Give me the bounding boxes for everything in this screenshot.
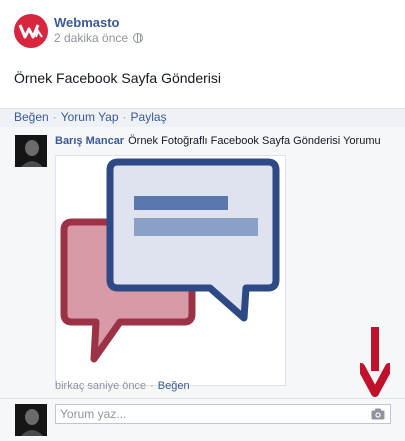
post-actions: Beğen · Yorum Yap · Paylaş [0, 108, 405, 127]
comment-link[interactable]: Yorum Yap [61, 110, 119, 124]
camera-icon[interactable] [371, 408, 385, 420]
person-silhouette-icon [15, 135, 47, 167]
post-timestamp[interactable]: 2 dakika önce [54, 31, 128, 45]
comment-time[interactable]: birkaç saniye önce [55, 380, 146, 392]
comment-author[interactable]: Barış Mancar [55, 135, 124, 147]
comment-body: Barış Mancar Örnek Fotoğraflı Facebook Sa… [55, 135, 381, 147]
globe-icon[interactable] [133, 33, 144, 43]
page-name[interactable]: Webmasto [54, 15, 120, 30]
webmasto-logo-icon [18, 24, 43, 39]
like-link[interactable]: Beğen [14, 110, 49, 124]
comment-avatar[interactable] [15, 135, 47, 167]
comment-input-box [55, 404, 391, 424]
comments-section: Barış Mancar Örnek Fotoğraflı Facebook Sa… [0, 127, 405, 441]
chat-bubbles-icon [56, 156, 285, 385]
reply-row [0, 398, 405, 441]
comment-text: Örnek Fotoğraflı Facebook Sayfa Gönderis… [128, 135, 381, 147]
person-silhouette-icon [15, 404, 47, 436]
down-arrow-icon [360, 327, 390, 397]
comment-input[interactable] [56, 405, 360, 423]
comment-photo[interactable] [55, 155, 286, 386]
comment-footer: birkaç saniye önce · Beğen [55, 380, 190, 392]
page-avatar[interactable] [14, 14, 48, 48]
separator: · [122, 110, 127, 124]
reply-avatar [15, 404, 47, 436]
post-text: Örnek Facebook Sayfa Gönderisi [14, 70, 221, 86]
comment-like-link[interactable]: Beğen [158, 380, 190, 392]
separator: · [150, 380, 154, 392]
separator: · [52, 110, 57, 124]
share-link[interactable]: Paylaş [131, 110, 167, 124]
post-header: Webmasto 2 dakika önce [0, 0, 405, 60]
post-meta: 2 dakika önce [54, 31, 144, 45]
